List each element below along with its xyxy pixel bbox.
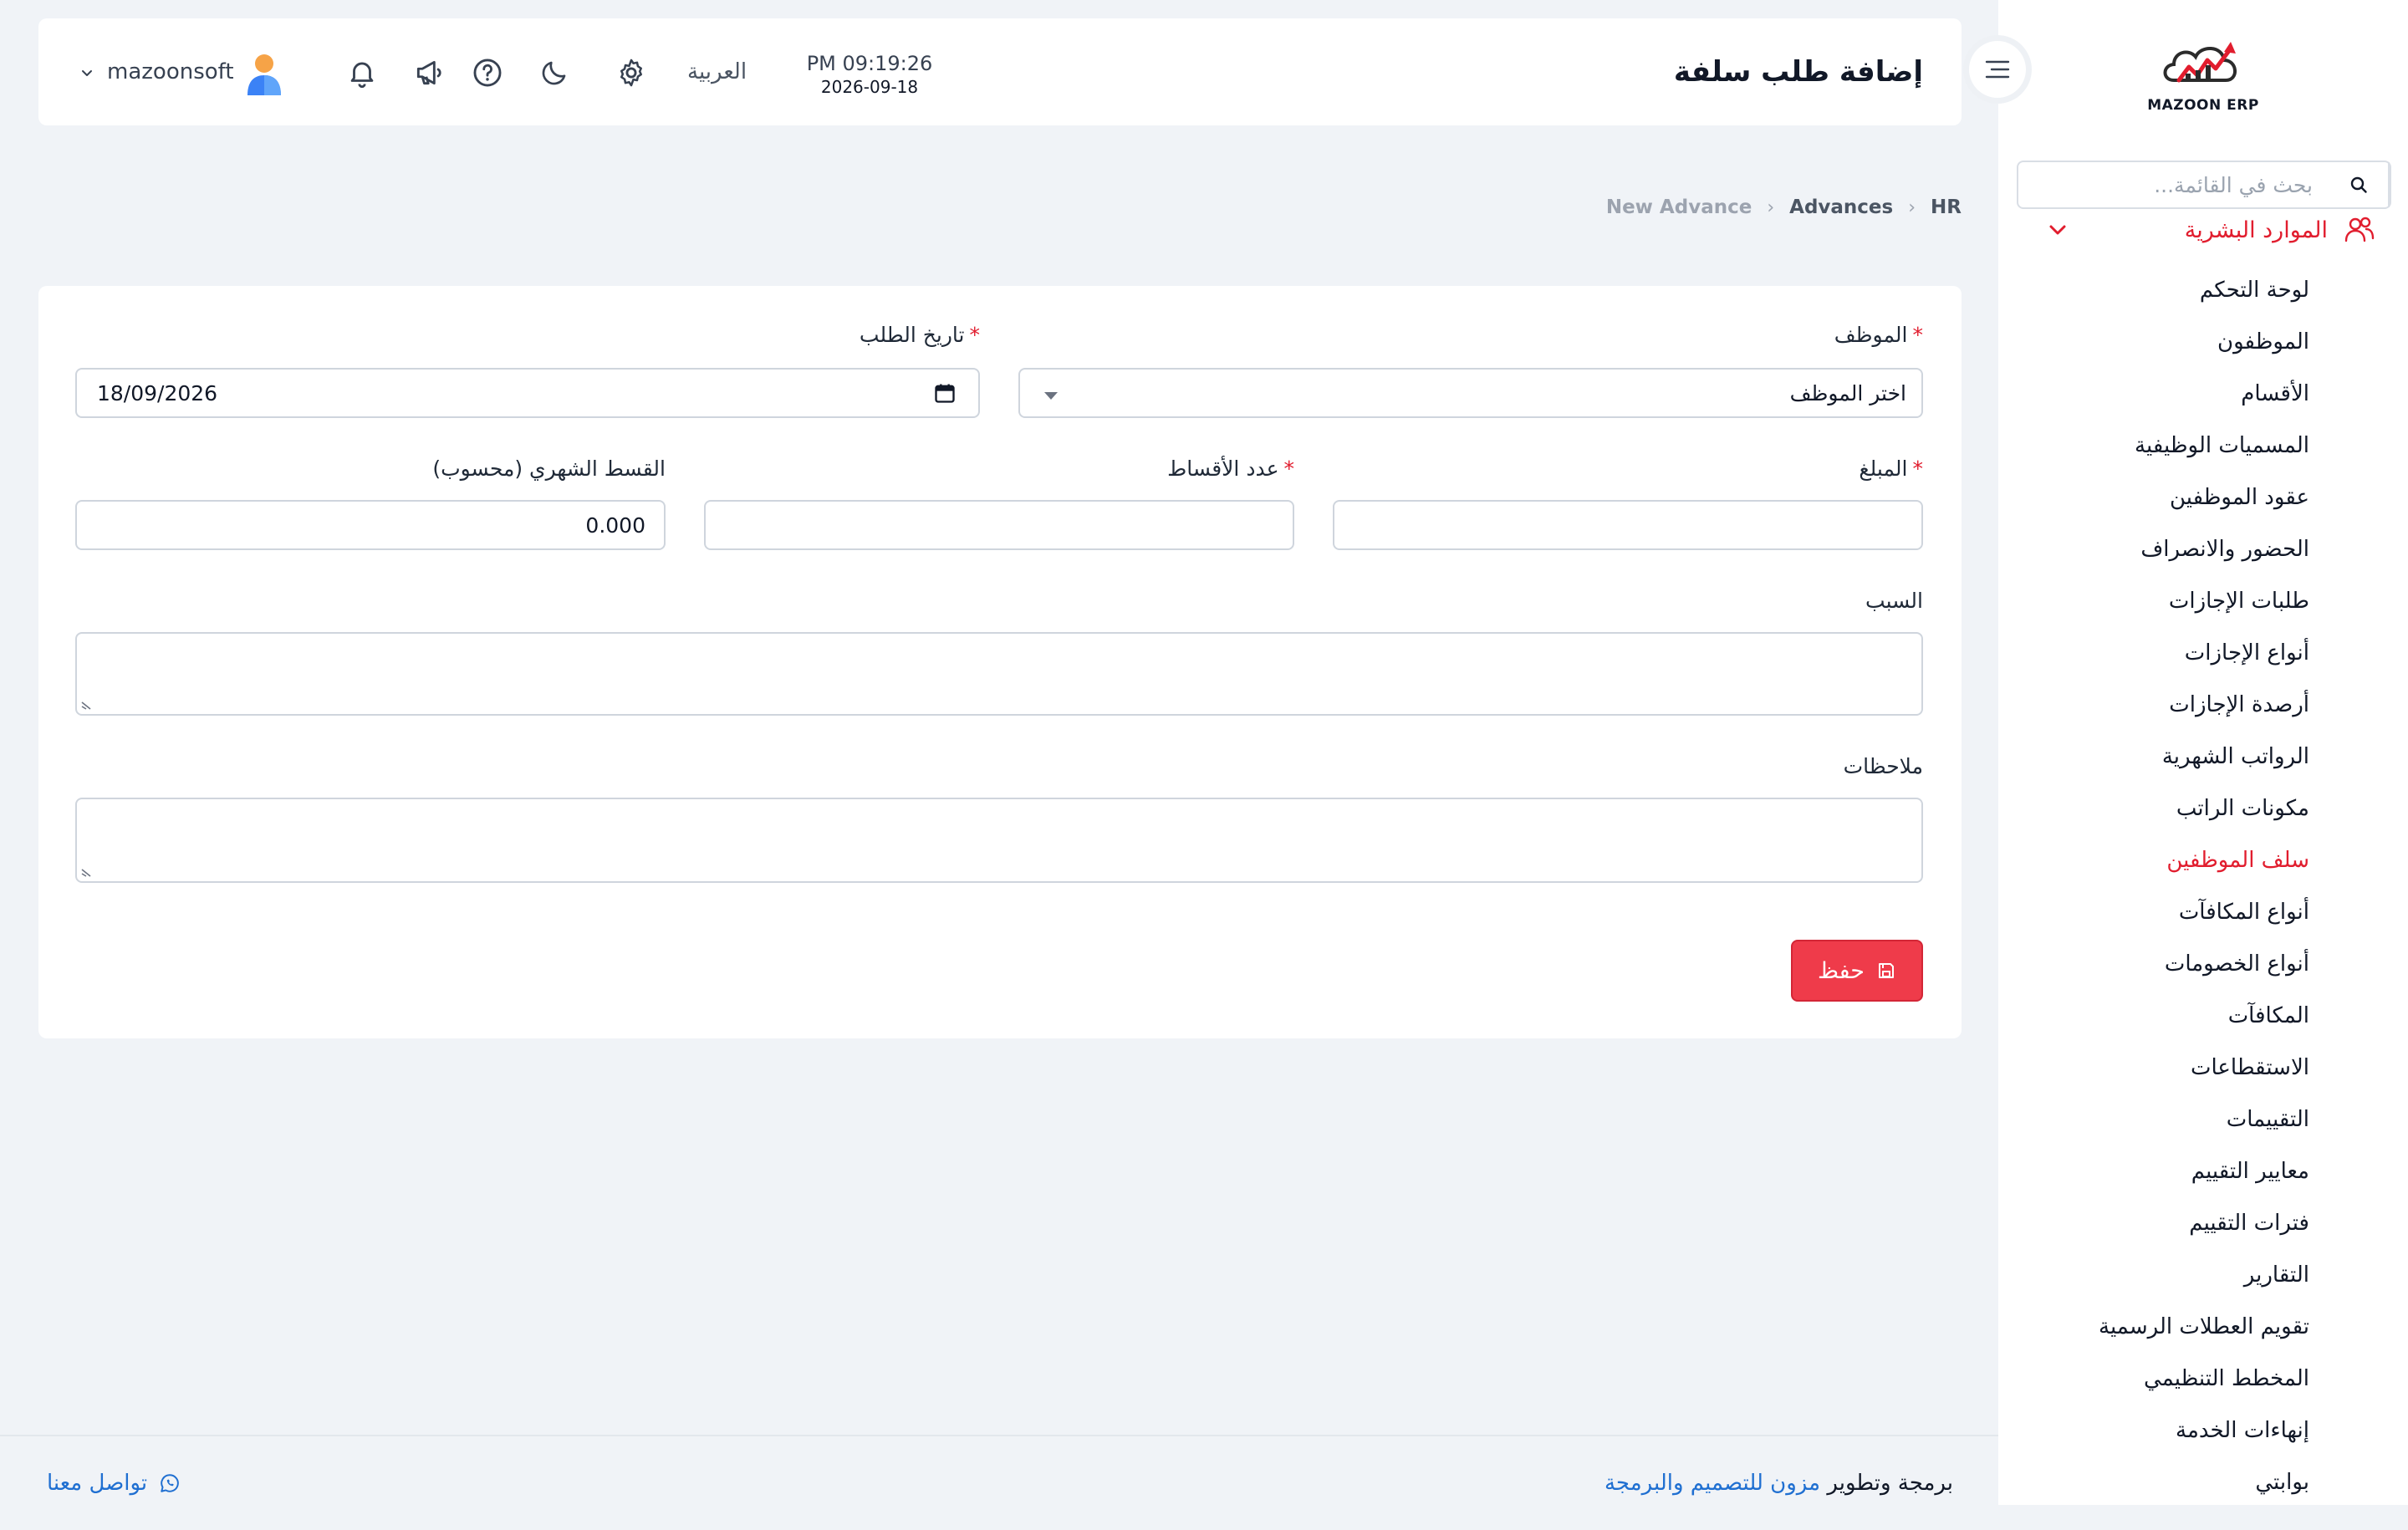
sidebar-item-deductions[interactable]: الاستقطاعات bbox=[1998, 1042, 2408, 1094]
save-button-label: حفظ bbox=[1818, 957, 1865, 983]
floppy-disk-icon bbox=[1879, 963, 1894, 978]
sidebar-item-reports[interactable]: التقارير bbox=[1998, 1249, 2408, 1301]
sidebar-search bbox=[2017, 161, 2391, 209]
help-icon[interactable] bbox=[470, 55, 505, 90]
sidebar-toggle-button[interactable] bbox=[1963, 35, 2032, 104]
menu-icon bbox=[1985, 60, 2010, 79]
sidebar-item-leave-types[interactable]: أنواع الإجازات bbox=[1998, 627, 2408, 679]
amount-input[interactable] bbox=[1333, 500, 1923, 550]
notes-textarea[interactable] bbox=[75, 798, 1923, 883]
sidebar-item-my-portal[interactable]: بوابتي bbox=[1998, 1456, 2408, 1508]
employee-label: *الموظف bbox=[1834, 323, 1923, 347]
breadcrumb-item-new-advance: New Advance bbox=[1605, 196, 1752, 218]
contact-us-label: تواصل معنا bbox=[47, 1471, 148, 1496]
notes-label: ملاحظات bbox=[1843, 754, 1923, 778]
monthly-installment-label: القسط الشهري (محسوب) bbox=[432, 456, 666, 481]
request-date-input[interactable]: 18/09/2026 bbox=[75, 368, 980, 418]
amount-label: *المبلغ bbox=[1859, 456, 1923, 481]
employee-select-value: اختر الموظف bbox=[1789, 380, 1906, 405]
sidebar-item-bonus-types[interactable]: أنواع المكافآت bbox=[1998, 886, 2408, 938]
logo[interactable]: MAZOON ERP bbox=[1998, 33, 2408, 117]
breadcrumb-item-hr[interactable]: HR bbox=[1931, 196, 1962, 218]
sidebar-item-evaluation-criteria[interactable]: معايير التقييم bbox=[1998, 1145, 2408, 1197]
sidebar-nav: لوحة التحكم الموظفون الأقسام المسميات ال… bbox=[1998, 264, 2408, 1508]
installments-input[interactable] bbox=[704, 500, 1294, 550]
chevron-icon: › bbox=[1767, 196, 1775, 218]
sidebar-item-contracts[interactable]: عقود الموظفين bbox=[1998, 472, 2408, 523]
page-title: إضافة طلب سلفة bbox=[1673, 55, 1923, 89]
installments-input-field[interactable] bbox=[706, 502, 1293, 548]
sidebar-section-hr[interactable]: الموارد البشرية bbox=[1998, 209, 2408, 251]
users-icon bbox=[2344, 217, 2375, 242]
sidebar-item-salary-components[interactable]: مكونات الراتب bbox=[1998, 783, 2408, 834]
sidebar-item-employees[interactable]: الموظفون bbox=[1998, 316, 2408, 368]
amount-input-field[interactable] bbox=[1334, 502, 1921, 548]
sidebar-item-holiday-calendar[interactable]: تقويم العطلات الرسمية bbox=[1998, 1301, 2408, 1353]
avatar[interactable] bbox=[244, 52, 284, 95]
sidebar-item-leave-requests[interactable]: طلبات الإجازات bbox=[1998, 575, 2408, 627]
top-header: إضافة طلب سلفة PM 09:19:26 2026-09-18 ال… bbox=[38, 18, 1962, 125]
sidebar-item-departments[interactable]: الأقسام bbox=[1998, 368, 2408, 420]
sidebar-item-monthly-payroll[interactable]: الرواتب الشهرية bbox=[1998, 731, 2408, 783]
clock-time: PM 09:19:26 bbox=[806, 52, 933, 75]
sidebar-item-attendance[interactable]: الحضور والانصراف bbox=[1998, 523, 2408, 575]
breadcrumb: New Advance › Advances › HR bbox=[1589, 191, 1962, 224]
request-date-value: 18/09/2026 bbox=[97, 380, 218, 405]
sidebar-item-evaluation-periods[interactable]: فترات التقييم bbox=[1998, 1197, 2408, 1249]
sidebar-item-dashboard[interactable]: لوحة التحكم bbox=[1998, 264, 2408, 316]
request-date-label: *تاريخ الطلب bbox=[859, 323, 980, 347]
logo-text: MAZOON ERP bbox=[2147, 97, 2259, 114]
sidebar-item-org-chart[interactable]: المخطط التنظيمي bbox=[1998, 1353, 2408, 1405]
sidebar-item-evaluations[interactable]: التقييمات bbox=[1998, 1094, 2408, 1145]
chevron-icon: › bbox=[1908, 196, 1916, 218]
sidebar: MAZOON ERP الموارد البشرية bbox=[1998, 0, 2408, 1505]
footer: برمجة وتطوير مزون للتصميم والبرمجة تواصل… bbox=[0, 1435, 1998, 1530]
sidebar-item-leave-balances[interactable]: أرصدة الإجازات bbox=[1998, 679, 2408, 731]
sidebar-item-deduction-types[interactable]: أنواع الخصومات bbox=[1998, 938, 2408, 990]
whatsapp-icon bbox=[161, 1474, 179, 1492]
monthly-installment-input[interactable]: 0.000 bbox=[75, 500, 666, 550]
save-button[interactable]: حفظ bbox=[1791, 940, 1923, 1002]
user-name[interactable]: mazoonsoft bbox=[107, 18, 234, 125]
language-switch[interactable]: العربية bbox=[687, 18, 747, 125]
sidebar-search-input[interactable] bbox=[2018, 162, 2329, 207]
contact-us-link[interactable]: تواصل معنا bbox=[47, 1436, 181, 1530]
search-icon[interactable] bbox=[2329, 162, 2390, 207]
footer-credit-prefix: برمجة وتطوير bbox=[1827, 1471, 1953, 1496]
sidebar-item-employee-advances[interactable]: سلف الموظفين bbox=[1998, 834, 2408, 886]
caret-down-icon bbox=[1044, 392, 1058, 400]
reason-textarea[interactable] bbox=[75, 632, 1923, 716]
sidebar-item-terminations[interactable]: إنهاءات الخدمة bbox=[1998, 1405, 2408, 1456]
header-clock: PM 09:19:26 2026-09-18 bbox=[794, 52, 945, 97]
chevron-down-icon[interactable] bbox=[80, 67, 94, 80]
notifications-icon[interactable] bbox=[344, 55, 380, 90]
monthly-installment-value: 0.000 bbox=[585, 513, 645, 538]
announcements-icon[interactable] bbox=[411, 55, 446, 90]
employee-select[interactable]: اختر الموظف bbox=[1018, 368, 1923, 418]
calendar-icon[interactable] bbox=[933, 381, 957, 405]
breadcrumb-item-advances[interactable]: Advances bbox=[1789, 196, 1893, 218]
sidebar-item-job-titles[interactable]: المسميات الوظيفية bbox=[1998, 420, 2408, 472]
sidebar-section-label: الموارد البشرية bbox=[2184, 217, 2328, 243]
clock-date: 2026-09-18 bbox=[820, 77, 919, 97]
settings-icon[interactable] bbox=[614, 55, 649, 90]
app-root: MAZOON ERP الموارد البشرية bbox=[0, 0, 2408, 1530]
resize-handle-icon[interactable] bbox=[80, 697, 94, 711]
footer-credit: برمجة وتطوير مزون للتصميم والبرمجة bbox=[1604, 1436, 1953, 1530]
chevron-down-icon bbox=[2049, 225, 2066, 235]
resize-handle-icon[interactable] bbox=[80, 864, 94, 878]
footer-company-link[interactable]: مزون للتصميم والبرمجة bbox=[1604, 1471, 1820, 1496]
sidebar-item-bonuses[interactable]: المكافآت bbox=[1998, 990, 2408, 1042]
reason-label: السبب bbox=[1865, 589, 1923, 613]
logo-mark-icon bbox=[2163, 42, 2237, 83]
dark-mode-icon[interactable] bbox=[537, 55, 572, 90]
advance-form-card: *الموظف اختر الموظف *تاريخ الطلب 18/09/2… bbox=[38, 286, 1962, 1038]
installments-label: *عدد الأقساط bbox=[1167, 456, 1294, 481]
